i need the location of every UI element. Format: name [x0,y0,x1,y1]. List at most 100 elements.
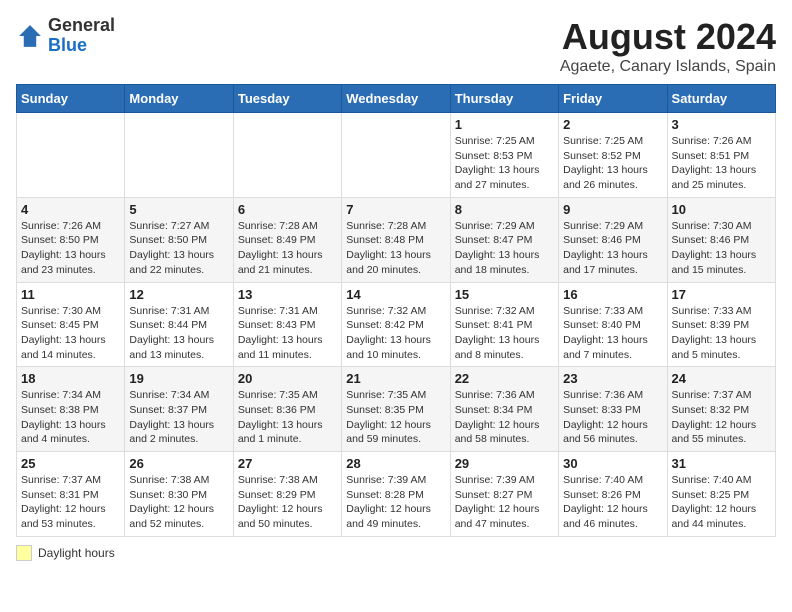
calendar-cell: 12Sunrise: 7:31 AM Sunset: 8:44 PM Dayli… [125,282,233,367]
day-number: 6 [238,202,337,217]
day-number: 26 [129,456,228,471]
logo-general-text: General [48,15,115,35]
day-info: Sunrise: 7:36 AM Sunset: 8:33 PM Dayligh… [563,388,662,447]
day-info: Sunrise: 7:40 AM Sunset: 8:25 PM Dayligh… [672,473,771,532]
day-info: Sunrise: 7:40 AM Sunset: 8:26 PM Dayligh… [563,473,662,532]
logo: General Blue [16,16,115,56]
day-of-week-header: Sunday [17,85,125,113]
day-info: Sunrise: 7:29 AM Sunset: 8:46 PM Dayligh… [563,219,662,278]
day-info: Sunrise: 7:26 AM Sunset: 8:50 PM Dayligh… [21,219,120,278]
day-number: 4 [21,202,120,217]
day-info: Sunrise: 7:25 AM Sunset: 8:53 PM Dayligh… [455,134,554,193]
day-info: Sunrise: 7:30 AM Sunset: 8:46 PM Dayligh… [672,219,771,278]
day-number: 12 [129,287,228,302]
logo-text: General Blue [48,16,115,56]
day-info: Sunrise: 7:32 AM Sunset: 8:42 PM Dayligh… [346,304,445,363]
calendar-cell: 20 Sunrise: 7:35 AM Sunset: 8:36 PM Dayli… [233,367,341,452]
day-info: Sunrise: 7:25 AM Sunset: 8:52 PM Dayligh… [563,134,662,193]
day-info: Sunrise: 7:28 AM Sunset: 8:49 PM Dayligh… [238,219,337,278]
day-info: Sunrise: 7:35 AM Sunset: 8:35 PM Dayligh… [346,388,445,447]
calendar-cell: 15 Sunrise: 7:32 AM Sunset: 8:41 PM Dayli… [450,282,558,367]
day-number: 14 [346,287,445,302]
calendar-cell [17,113,125,198]
day-info: Sunrise: 7:34 AM Sunset: 8:37 PM Dayligh… [129,388,228,447]
calendar-week-row: 18 Sunrise: 7:34 AM Sunset: 8:38 PM Dayli… [17,367,776,452]
day-number: 1 [455,117,554,132]
calendar-cell: 23 Sunrise: 7:36 AM Sunset: 8:33 PM Dayli… [559,367,667,452]
day-info: Sunrise: 7:39 AM Sunset: 8:27 PM Dayligh… [455,473,554,532]
day-number: 15 [455,287,554,302]
calendar-cell: 10 Sunrise: 7:30 AM Sunset: 8:46 PM Dayli… [667,197,775,282]
legend-box [16,545,32,561]
logo-blue-text: Blue [48,35,87,55]
calendar-week-row: 1 Sunrise: 7:25 AM Sunset: 8:53 PM Daylig… [17,113,776,198]
day-of-week-header: Tuesday [233,85,341,113]
calendar-week-row: 11 Sunrise: 7:30 AM Sunset: 8:45 PM Dayli… [17,282,776,367]
calendar-cell: 9 Sunrise: 7:29 AM Sunset: 8:46 PM Daylig… [559,197,667,282]
day-info: Sunrise: 7:31 AM Sunset: 8:43 PM Dayligh… [238,304,337,363]
day-of-week-header: Monday [125,85,233,113]
day-info: Sunrise: 7:29 AM Sunset: 8:47 PM Dayligh… [455,219,554,278]
day-number: 18 [21,371,120,386]
calendar-cell: 25Sunrise: 7:37 AM Sunset: 8:31 PM Dayli… [17,452,125,537]
day-info: Sunrise: 7:27 AM Sunset: 8:50 PM Dayligh… [129,219,228,278]
day-info: Sunrise: 7:30 AM Sunset: 8:45 PM Dayligh… [21,304,120,363]
day-number: 10 [672,202,771,217]
calendar-cell: 3Sunrise: 7:26 AM Sunset: 8:51 PM Daylig… [667,113,775,198]
day-info: Sunrise: 7:37 AM Sunset: 8:32 PM Dayligh… [672,388,771,447]
calendar-cell: 14 Sunrise: 7:32 AM Sunset: 8:42 PM Dayli… [342,282,450,367]
day-number: 9 [563,202,662,217]
calendar-cell [233,113,341,198]
day-number: 24 [672,371,771,386]
day-info: Sunrise: 7:34 AM Sunset: 8:38 PM Dayligh… [21,388,120,447]
day-number: 19 [129,371,228,386]
day-number: 8 [455,202,554,217]
day-of-week-header: Thursday [450,85,558,113]
day-number: 16 [563,287,662,302]
day-info: Sunrise: 7:26 AM Sunset: 8:51 PM Dayligh… [672,134,771,193]
legend-label: Daylight hours [38,546,115,560]
calendar-cell: 28 Sunrise: 7:39 AM Sunset: 8:28 PM Dayli… [342,452,450,537]
day-number: 28 [346,456,445,471]
calendar-cell: 13Sunrise: 7:31 AM Sunset: 8:43 PM Dayli… [233,282,341,367]
main-title: August 2024 [560,16,776,58]
day-info: Sunrise: 7:38 AM Sunset: 8:29 PM Dayligh… [238,473,337,532]
day-info: Sunrise: 7:33 AM Sunset: 8:39 PM Dayligh… [672,304,771,363]
day-info: Sunrise: 7:33 AM Sunset: 8:40 PM Dayligh… [563,304,662,363]
day-number: 11 [21,287,120,302]
calendar-cell: 11 Sunrise: 7:30 AM Sunset: 8:45 PM Dayli… [17,282,125,367]
day-info: Sunrise: 7:38 AM Sunset: 8:30 PM Dayligh… [129,473,228,532]
calendar-cell: 27 Sunrise: 7:38 AM Sunset: 8:29 PM Dayli… [233,452,341,537]
day-info: Sunrise: 7:36 AM Sunset: 8:34 PM Dayligh… [455,388,554,447]
calendar-table: SundayMondayTuesdayWednesdayThursdayFrid… [16,84,776,537]
calendar-cell: 31 Sunrise: 7:40 AM Sunset: 8:25 PM Dayli… [667,452,775,537]
calendar-cell: 5Sunrise: 7:27 AM Sunset: 8:50 PM Daylig… [125,197,233,282]
day-number: 22 [455,371,554,386]
day-number: 21 [346,371,445,386]
day-number: 2 [563,117,662,132]
day-info: Sunrise: 7:39 AM Sunset: 8:28 PM Dayligh… [346,473,445,532]
generalblue-logo-icon [16,22,44,50]
day-number: 25 [21,456,120,471]
calendar-cell: 19 Sunrise: 7:34 AM Sunset: 8:37 PM Dayli… [125,367,233,452]
calendar-cell: 22 Sunrise: 7:36 AM Sunset: 8:34 PM Dayli… [450,367,558,452]
day-info: Sunrise: 7:32 AM Sunset: 8:41 PM Dayligh… [455,304,554,363]
calendar-cell: 16 Sunrise: 7:33 AM Sunset: 8:40 PM Dayli… [559,282,667,367]
calendar-cell: 2 Sunrise: 7:25 AM Sunset: 8:52 PM Daylig… [559,113,667,198]
calendar-cell [125,113,233,198]
day-number: 20 [238,371,337,386]
day-number: 31 [672,456,771,471]
day-number: 23 [563,371,662,386]
calendar-cell: 6 Sunrise: 7:28 AM Sunset: 8:49 PM Daylig… [233,197,341,282]
calendar-cell: 1 Sunrise: 7:25 AM Sunset: 8:53 PM Daylig… [450,113,558,198]
calendar-cell: 7Sunrise: 7:28 AM Sunset: 8:48 PM Daylig… [342,197,450,282]
day-info: Sunrise: 7:35 AM Sunset: 8:36 PM Dayligh… [238,388,337,447]
day-number: 27 [238,456,337,471]
calendar-week-row: 4 Sunrise: 7:26 AM Sunset: 8:50 PM Daylig… [17,197,776,282]
day-number: 29 [455,456,554,471]
calendar-cell: 18 Sunrise: 7:34 AM Sunset: 8:38 PM Dayli… [17,367,125,452]
day-info: Sunrise: 7:28 AM Sunset: 8:48 PM Dayligh… [346,219,445,278]
calendar-cell: 29 Sunrise: 7:39 AM Sunset: 8:27 PM Dayli… [450,452,558,537]
page-header: General Blue August 2024 Agaete, Canary … [16,16,776,76]
legend: Daylight hours [16,545,776,561]
